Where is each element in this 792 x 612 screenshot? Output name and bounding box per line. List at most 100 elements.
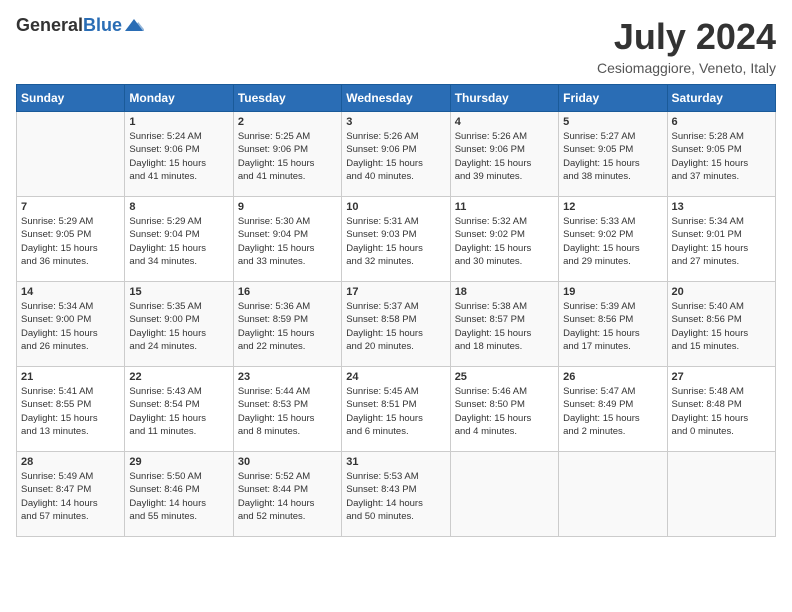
day-number: 26 bbox=[563, 371, 662, 383]
day-number: 16 bbox=[238, 286, 337, 298]
day-cell: 27 Sunrise: 5:48 AMSunset: 8:48 PMDayligh… bbox=[667, 367, 775, 452]
day-info: Sunrise: 5:41 AMSunset: 8:55 PMDaylight:… bbox=[21, 385, 120, 438]
day-number: 13 bbox=[672, 201, 771, 213]
day-header-sunday: Sunday bbox=[17, 85, 125, 112]
day-cell: 22 Sunrise: 5:43 AMSunset: 8:54 PMDayligh… bbox=[125, 367, 233, 452]
day-info: Sunrise: 5:37 AMSunset: 8:58 PMDaylight:… bbox=[346, 300, 445, 353]
day-info: Sunrise: 5:49 AMSunset: 8:47 PMDaylight:… bbox=[21, 470, 120, 523]
week-row-4: 21 Sunrise: 5:41 AMSunset: 8:55 PMDayligh… bbox=[17, 367, 776, 452]
day-cell bbox=[559, 452, 667, 537]
day-header-tuesday: Tuesday bbox=[233, 85, 341, 112]
day-info: Sunrise: 5:24 AMSunset: 9:06 PMDaylight:… bbox=[129, 130, 228, 183]
day-number: 9 bbox=[238, 201, 337, 213]
day-number: 24 bbox=[346, 371, 445, 383]
day-number: 31 bbox=[346, 456, 445, 468]
day-info: Sunrise: 5:26 AMSunset: 9:06 PMDaylight:… bbox=[455, 130, 554, 183]
logo-text: GeneralBlue bbox=[16, 16, 122, 34]
day-info: Sunrise: 5:27 AMSunset: 9:05 PMDaylight:… bbox=[563, 130, 662, 183]
day-number: 15 bbox=[129, 286, 228, 298]
day-number: 18 bbox=[455, 286, 554, 298]
day-number: 23 bbox=[238, 371, 337, 383]
day-number: 14 bbox=[21, 286, 120, 298]
day-number: 27 bbox=[672, 371, 771, 383]
day-cell: 28Sunrise: 5:49 AMSunset: 8:47 PMDayligh… bbox=[17, 452, 125, 537]
day-cell: 14 Sunrise: 5:34 AMSunset: 9:00 PMDayligh… bbox=[17, 282, 125, 367]
day-info: Sunrise: 5:38 AMSunset: 8:57 PMDaylight:… bbox=[455, 300, 554, 353]
day-number: 2 bbox=[238, 116, 337, 128]
day-header-friday: Friday bbox=[559, 85, 667, 112]
day-number: 21 bbox=[21, 371, 120, 383]
logo-icon bbox=[124, 19, 144, 31]
day-number: 20 bbox=[672, 286, 771, 298]
day-number: 3 bbox=[346, 116, 445, 128]
day-info: Sunrise: 5:36 AMSunset: 8:59 PMDaylight:… bbox=[238, 300, 337, 353]
day-number: 22 bbox=[129, 371, 228, 383]
day-number: 7 bbox=[21, 201, 120, 213]
logo: GeneralBlue bbox=[16, 16, 144, 34]
month-title: July 2024 bbox=[597, 16, 776, 58]
day-cell: 10 Sunrise: 5:31 AMSunset: 9:03 PMDayligh… bbox=[342, 197, 450, 282]
day-info: Sunrise: 5:29 AMSunset: 9:05 PMDaylight:… bbox=[21, 215, 120, 268]
day-number: 4 bbox=[455, 116, 554, 128]
week-row-2: 7 Sunrise: 5:29 AMSunset: 9:05 PMDaylight… bbox=[17, 197, 776, 282]
day-info: Sunrise: 5:28 AMSunset: 9:05 PMDaylight:… bbox=[672, 130, 771, 183]
week-row-3: 14 Sunrise: 5:34 AMSunset: 9:00 PMDayligh… bbox=[17, 282, 776, 367]
day-cell: 4 Sunrise: 5:26 AMSunset: 9:06 PMDaylight… bbox=[450, 112, 558, 197]
day-header-thursday: Thursday bbox=[450, 85, 558, 112]
day-cell: 29 Sunrise: 5:50 AMSunset: 8:46 PMDayligh… bbox=[125, 452, 233, 537]
day-cell: 13 Sunrise: 5:34 AMSunset: 9:01 PMDayligh… bbox=[667, 197, 775, 282]
day-info: Sunrise: 5:35 AMSunset: 9:00 PMDaylight:… bbox=[129, 300, 228, 353]
day-info: Sunrise: 5:30 AMSunset: 9:04 PMDaylight:… bbox=[238, 215, 337, 268]
day-header-wednesday: Wednesday bbox=[342, 85, 450, 112]
day-cell: 1 Sunrise: 5:24 AMSunset: 9:06 PMDaylight… bbox=[125, 112, 233, 197]
day-number: 11 bbox=[455, 201, 554, 213]
day-number: 25 bbox=[455, 371, 554, 383]
day-cell: 6 Sunrise: 5:28 AMSunset: 9:05 PMDaylight… bbox=[667, 112, 775, 197]
day-info: Sunrise: 5:40 AMSunset: 8:56 PMDaylight:… bbox=[672, 300, 771, 353]
week-row-5: 28Sunrise: 5:49 AMSunset: 8:47 PMDayligh… bbox=[17, 452, 776, 537]
day-number: 6 bbox=[672, 116, 771, 128]
day-info: Sunrise: 5:50 AMSunset: 8:46 PMDaylight:… bbox=[129, 470, 228, 523]
day-cell bbox=[17, 112, 125, 197]
day-cell: 5 Sunrise: 5:27 AMSunset: 9:05 PMDaylight… bbox=[559, 112, 667, 197]
day-info: Sunrise: 5:26 AMSunset: 9:06 PMDaylight:… bbox=[346, 130, 445, 183]
day-info: Sunrise: 5:34 AMSunset: 9:00 PMDaylight:… bbox=[21, 300, 120, 353]
day-cell: 24Sunrise: 5:45 AMSunset: 8:51 PMDayligh… bbox=[342, 367, 450, 452]
title-block: July 2024 Cesiomaggiore, Veneto, Italy bbox=[597, 16, 776, 76]
day-cell bbox=[450, 452, 558, 537]
day-cell: 30Sunrise: 5:52 AMSunset: 8:44 PMDayligh… bbox=[233, 452, 341, 537]
day-header-monday: Monday bbox=[125, 85, 233, 112]
day-cell: 16 Sunrise: 5:36 AMSunset: 8:59 PMDayligh… bbox=[233, 282, 341, 367]
day-header-saturday: Saturday bbox=[667, 85, 775, 112]
day-info: Sunrise: 5:32 AMSunset: 9:02 PMDaylight:… bbox=[455, 215, 554, 268]
day-cell: 20 Sunrise: 5:40 AMSunset: 8:56 PMDayligh… bbox=[667, 282, 775, 367]
page-header: GeneralBlue July 2024 Cesiomaggiore, Ven… bbox=[16, 16, 776, 76]
day-cell: 31 Sunrise: 5:53 AMSunset: 8:43 PMDayligh… bbox=[342, 452, 450, 537]
day-number: 29 bbox=[129, 456, 228, 468]
day-info: Sunrise: 5:31 AMSunset: 9:03 PMDaylight:… bbox=[346, 215, 445, 268]
calendar-table: SundayMondayTuesdayWednesdayThursdayFrid… bbox=[16, 84, 776, 537]
day-cell: 17 Sunrise: 5:37 AMSunset: 8:58 PMDayligh… bbox=[342, 282, 450, 367]
day-number: 19 bbox=[563, 286, 662, 298]
day-number: 5 bbox=[563, 116, 662, 128]
day-cell: 21 Sunrise: 5:41 AMSunset: 8:55 PMDayligh… bbox=[17, 367, 125, 452]
day-number: 17 bbox=[346, 286, 445, 298]
week-row-1: 1 Sunrise: 5:24 AMSunset: 9:06 PMDaylight… bbox=[17, 112, 776, 197]
header-row: SundayMondayTuesdayWednesdayThursdayFrid… bbox=[17, 85, 776, 112]
day-cell: 7 Sunrise: 5:29 AMSunset: 9:05 PMDaylight… bbox=[17, 197, 125, 282]
day-info: Sunrise: 5:53 AMSunset: 8:43 PMDaylight:… bbox=[346, 470, 445, 523]
day-cell: 26Sunrise: 5:47 AMSunset: 8:49 PMDayligh… bbox=[559, 367, 667, 452]
day-info: Sunrise: 5:25 AMSunset: 9:06 PMDaylight:… bbox=[238, 130, 337, 183]
day-number: 10 bbox=[346, 201, 445, 213]
day-number: 8 bbox=[129, 201, 228, 213]
day-number: 1 bbox=[129, 116, 228, 128]
day-cell: 15 Sunrise: 5:35 AMSunset: 9:00 PMDayligh… bbox=[125, 282, 233, 367]
day-info: Sunrise: 5:29 AMSunset: 9:04 PMDaylight:… bbox=[129, 215, 228, 268]
day-info: Sunrise: 5:48 AMSunset: 8:48 PMDaylight:… bbox=[672, 385, 771, 438]
day-info: Sunrise: 5:34 AMSunset: 9:01 PMDaylight:… bbox=[672, 215, 771, 268]
day-cell: 25Sunrise: 5:46 AMSunset: 8:50 PMDayligh… bbox=[450, 367, 558, 452]
day-info: Sunrise: 5:43 AMSunset: 8:54 PMDaylight:… bbox=[129, 385, 228, 438]
day-cell: 23Sunrise: 5:44 AMSunset: 8:53 PMDayligh… bbox=[233, 367, 341, 452]
day-info: Sunrise: 5:52 AMSunset: 8:44 PMDaylight:… bbox=[238, 470, 337, 523]
day-cell: 18 Sunrise: 5:38 AMSunset: 8:57 PMDayligh… bbox=[450, 282, 558, 367]
